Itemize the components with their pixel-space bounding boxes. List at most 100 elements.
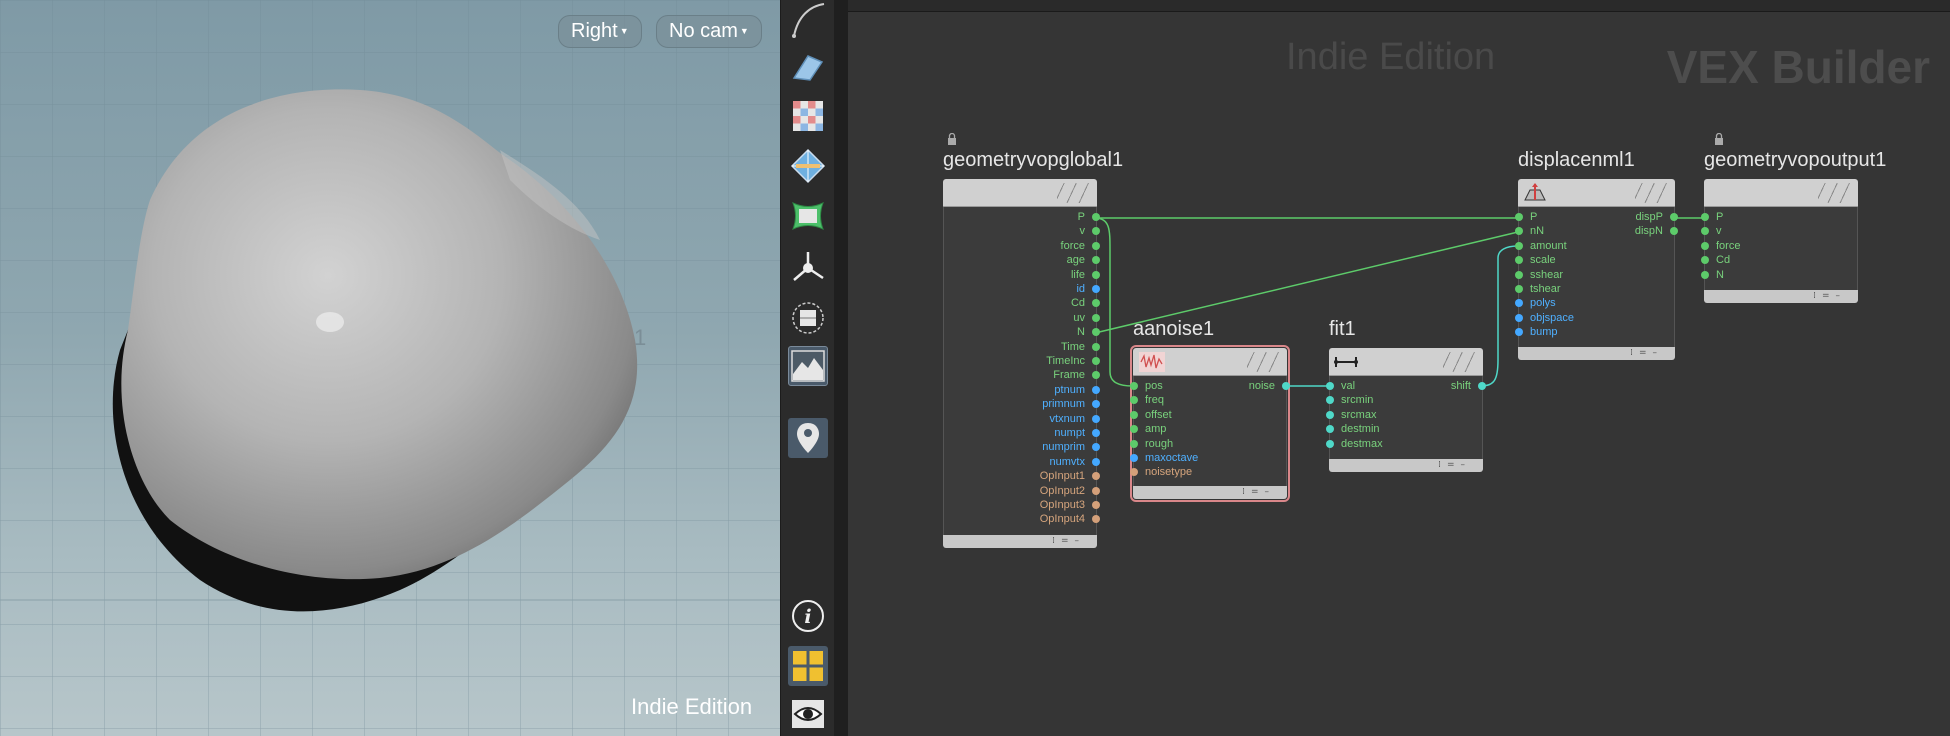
node-footer[interactable]: ⁞=– bbox=[943, 535, 1097, 548]
input-port-srcmax[interactable]: srcmax bbox=[1326, 408, 1376, 422]
port-connector[interactable] bbox=[1092, 414, 1100, 423]
input-port-nn[interactable]: nN bbox=[1515, 224, 1544, 238]
port-connector[interactable] bbox=[1092, 270, 1100, 279]
output-port-opinput3[interactable]: OpInput3 bbox=[1040, 498, 1100, 512]
input-port-amp[interactable]: amp bbox=[1130, 422, 1166, 436]
output-port-v[interactable]: v bbox=[1080, 224, 1100, 238]
diamond-grid-icon[interactable] bbox=[788, 146, 828, 186]
output-port-opinput2[interactable]: OpInput2 bbox=[1040, 484, 1100, 498]
input-port-scale[interactable]: scale bbox=[1515, 253, 1556, 267]
port-connector[interactable] bbox=[1701, 270, 1709, 279]
output-port-numvtx[interactable]: numvtx bbox=[1050, 455, 1100, 469]
network-editor[interactable]: Indie Edition VEX Builder geometryvopglo… bbox=[848, 0, 1950, 736]
output-port-time[interactable]: Time bbox=[1061, 340, 1100, 354]
port-connector[interactable] bbox=[1092, 342, 1100, 351]
node-geometryvopoutput1[interactable]: geometryvopoutput1 Pv force Cd N ⁞=– bbox=[1701, 133, 1886, 303]
port-connector[interactable] bbox=[1282, 382, 1290, 390]
output-port-ptnum[interactable]: ptnum bbox=[1054, 383, 1100, 397]
port-connector[interactable] bbox=[1130, 454, 1138, 462]
port-connector[interactable] bbox=[1092, 285, 1100, 293]
checker-uv-icon[interactable] bbox=[788, 96, 828, 136]
port-connector[interactable] bbox=[1701, 256, 1709, 265]
output-port-numpt[interactable]: numpt bbox=[1054, 426, 1100, 440]
node-geometryvopglobal1[interactable]: geometryvopglobal1 Pv force age life id Cd uv N… bbox=[943, 133, 1123, 548]
eye-icon[interactable] bbox=[788, 694, 828, 734]
node-footer[interactable]: ⁞=– bbox=[1329, 459, 1483, 472]
port-connector[interactable] bbox=[1515, 256, 1523, 265]
output-port-primnum[interactable]: primnum bbox=[1042, 397, 1100, 411]
input-port-val[interactable]: val bbox=[1326, 379, 1355, 393]
port-connector[interactable] bbox=[1515, 213, 1523, 221]
output-port-age[interactable]: age bbox=[1067, 253, 1100, 267]
pane-divider[interactable] bbox=[834, 0, 848, 736]
light-rig-icon[interactable] bbox=[788, 248, 828, 288]
node-header[interactable] bbox=[1704, 179, 1858, 207]
port-connector[interactable] bbox=[1478, 382, 1486, 390]
input-port-maxoctave[interactable]: maxoctave bbox=[1130, 451, 1198, 465]
port-connector[interactable] bbox=[1515, 328, 1523, 337]
output-port-dispp[interactable]: dispP bbox=[1635, 210, 1678, 224]
plane-tool-icon[interactable] bbox=[788, 48, 828, 88]
location-pin-icon[interactable] bbox=[788, 418, 828, 458]
info-icon[interactable]: i bbox=[788, 596, 828, 636]
node-header[interactable] bbox=[1133, 348, 1287, 376]
port-connector[interactable] bbox=[1701, 213, 1709, 221]
output-port-life[interactable]: life bbox=[1071, 268, 1100, 282]
output-port-timeinc[interactable]: TimeInc bbox=[1046, 354, 1100, 368]
lock-icon[interactable] bbox=[1714, 133, 1724, 145]
output-port-id[interactable]: id bbox=[1076, 282, 1100, 296]
dashed-circle-icon[interactable] bbox=[788, 298, 828, 338]
input-port-cd[interactable]: Cd bbox=[1701, 253, 1730, 267]
output-port-opinput1[interactable]: OpInput1 bbox=[1040, 469, 1100, 483]
port-connector[interactable] bbox=[1130, 439, 1138, 448]
output-port-vtxnum[interactable]: vtxnum bbox=[1050, 412, 1100, 426]
green-patch-icon[interactable] bbox=[788, 196, 828, 236]
port-connector[interactable] bbox=[1092, 213, 1100, 221]
port-connector[interactable] bbox=[1326, 382, 1334, 390]
input-port-force[interactable]: force bbox=[1701, 239, 1740, 253]
input-port-destmin[interactable]: destmin bbox=[1326, 422, 1380, 436]
port-connector[interactable] bbox=[1515, 227, 1523, 236]
port-connector[interactable] bbox=[1130, 410, 1138, 419]
output-port-p[interactable]: P bbox=[1078, 210, 1100, 224]
input-port-bump[interactable]: bump bbox=[1515, 325, 1558, 339]
node-header[interactable] bbox=[1329, 348, 1483, 376]
input-port-v[interactable]: v bbox=[1701, 224, 1722, 238]
port-connector[interactable] bbox=[1092, 501, 1100, 509]
port-connector[interactable] bbox=[1515, 299, 1523, 308]
port-connector[interactable] bbox=[1515, 313, 1523, 322]
input-port-noisetype[interactable]: noisetype bbox=[1130, 465, 1192, 479]
port-connector[interactable] bbox=[1130, 396, 1138, 405]
input-port-p[interactable]: P bbox=[1701, 210, 1723, 224]
scene-viewport[interactable]: 1 Right ▼ No cam ▼ Indie Edition bbox=[0, 0, 780, 736]
view-menu-button[interactable]: Right ▼ bbox=[558, 15, 642, 48]
port-connector[interactable] bbox=[1092, 486, 1100, 495]
port-connector[interactable] bbox=[1092, 385, 1100, 394]
port-connector[interactable] bbox=[1326, 410, 1334, 419]
node-footer[interactable]: ⁞=– bbox=[1133, 486, 1287, 499]
node-fit1[interactable]: fit1 val srcmin srcmax destmin destmax shift … bbox=[1326, 318, 1486, 472]
node-header[interactable] bbox=[943, 179, 1097, 207]
port-connector[interactable] bbox=[1670, 213, 1678, 221]
lock-icon[interactable] bbox=[947, 133, 957, 145]
node-footer[interactable]: ⁞=– bbox=[1704, 290, 1858, 303]
viewport-layout-icon[interactable] bbox=[788, 646, 828, 686]
input-port-freq[interactable]: freq bbox=[1130, 393, 1164, 407]
port-connector[interactable] bbox=[1515, 241, 1523, 250]
port-connector[interactable] bbox=[1130, 468, 1138, 477]
output-port-n[interactable]: N bbox=[1077, 325, 1100, 339]
port-connector[interactable] bbox=[1515, 285, 1523, 293]
input-port-n[interactable]: N bbox=[1701, 268, 1724, 282]
port-connector[interactable] bbox=[1092, 241, 1100, 250]
curve-tool-icon[interactable] bbox=[788, 0, 828, 40]
output-port-force[interactable]: force bbox=[1061, 239, 1100, 253]
input-port-p[interactable]: P bbox=[1515, 210, 1537, 224]
port-connector[interactable] bbox=[1130, 425, 1138, 434]
input-port-tshear[interactable]: tshear bbox=[1515, 282, 1561, 296]
input-port-destmax[interactable]: destmax bbox=[1326, 437, 1383, 451]
port-connector[interactable] bbox=[1701, 241, 1709, 250]
node-header[interactable] bbox=[1518, 179, 1675, 207]
output-port-frame[interactable]: Frame bbox=[1053, 368, 1100, 382]
output-port-cd[interactable]: Cd bbox=[1071, 296, 1100, 310]
node-aanoise1[interactable]: aanoise1 pos freq offset amp rough maxoctave n… bbox=[1130, 318, 1290, 502]
